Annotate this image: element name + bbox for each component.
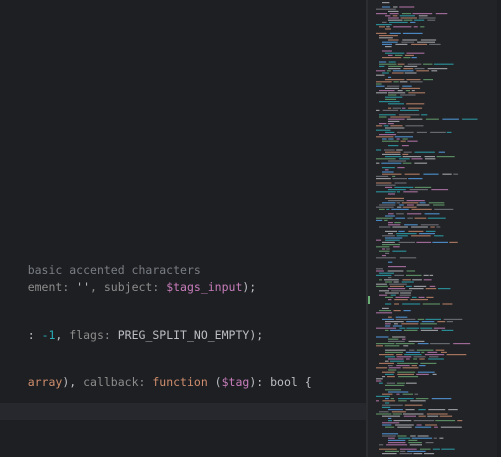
minimap-viewport[interactable] xyxy=(368,0,501,457)
code-token: callback: xyxy=(83,375,153,389)
code-token: : xyxy=(27,328,42,342)
code-token: ), xyxy=(62,375,84,389)
code-line-split[interactable]: : -1, flags: PREG_SPLIT_NO_EMPTY); xyxy=(0,310,263,342)
code-token: '' xyxy=(76,280,91,294)
code-token: { xyxy=(297,375,312,389)
code-token: ): xyxy=(249,375,271,389)
code-line-comment[interactable]: basic accented characters xyxy=(0,245,201,277)
code-token: array xyxy=(27,375,63,389)
code-token: bool xyxy=(270,375,298,389)
code-token: PREG_SPLIT_NO_EMPTY xyxy=(117,328,250,342)
vertical-scrollbar[interactable] xyxy=(497,0,501,457)
code-token: , subject: xyxy=(90,280,167,294)
code-editor[interactable]: basic accented characters ement: '', sub… xyxy=(0,0,366,457)
code-token: -1 xyxy=(41,328,56,342)
code-line-replace[interactable]: ement: '', subject: $tags_input); xyxy=(0,262,257,294)
code-token: ( xyxy=(207,375,222,389)
code-token: , xyxy=(55,328,70,342)
code-token: flags: xyxy=(69,328,118,342)
code-token: $tags_input xyxy=(166,280,243,294)
code-token: ement: xyxy=(27,280,77,294)
code-token: function xyxy=(152,375,208,389)
code-token: ); xyxy=(249,328,264,342)
code-token: $tag xyxy=(221,375,250,389)
code-line-filter[interactable]: array), callback: function ($tag): bool … xyxy=(0,357,312,389)
current-line-highlight xyxy=(0,403,366,420)
code-minimap[interactable] xyxy=(368,0,501,457)
code-token: ); xyxy=(242,280,257,294)
